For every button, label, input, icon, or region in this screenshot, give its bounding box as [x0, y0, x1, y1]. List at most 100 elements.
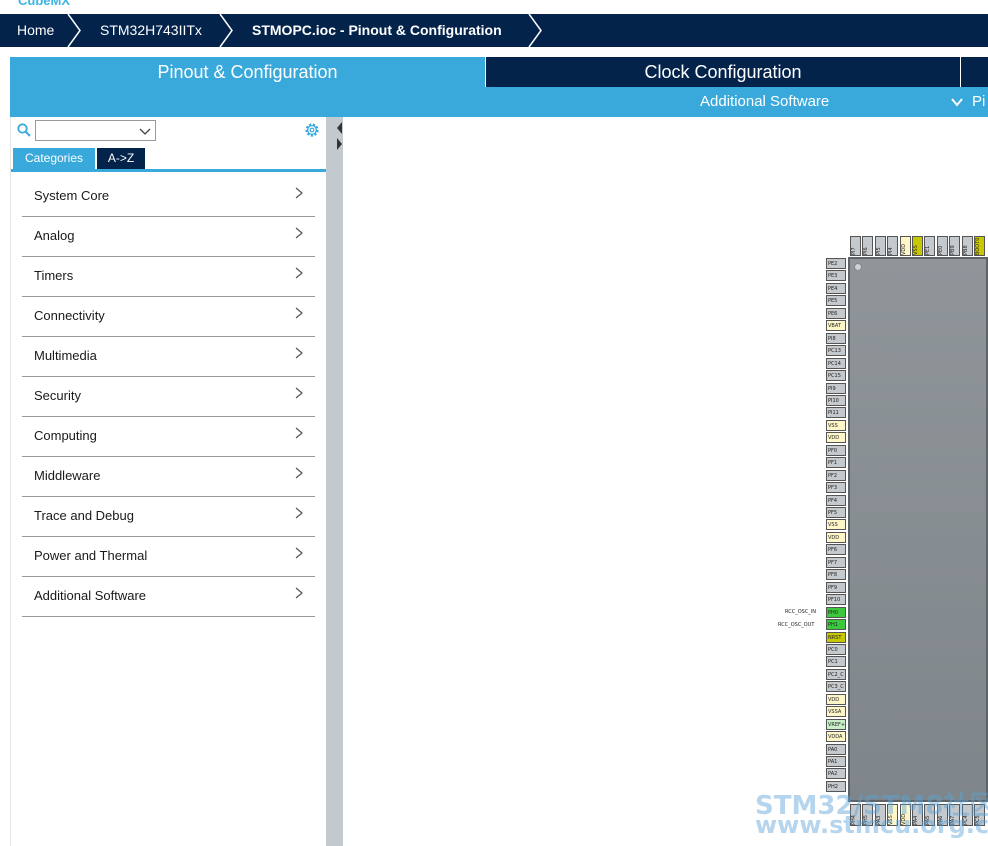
tab-a-z[interactable]: A->Z [97, 148, 145, 169]
chevron-right-icon [295, 587, 303, 599]
pin-pc15[interactable]: PC15 [826, 370, 846, 382]
category-label: Timers [34, 268, 74, 283]
pin-pe5[interactable]: PE5 [826, 295, 846, 307]
pin-pa2[interactable]: PA2 [826, 768, 846, 780]
pinout-canvas[interactable]: PE2 PE3 PE4 PE5 PE6 VBAT PI8 PC13 PC14 PC15 PI9 PI1… [343, 117, 988, 846]
chevron-right-icon [295, 507, 303, 519]
chevron-right-icon [295, 267, 303, 279]
category-additional-software[interactable]: Additional Software [22, 577, 315, 617]
category-label: Security [34, 388, 81, 403]
pin-pb9[interactable]: PB9 [949, 236, 961, 256]
tab-clock-configuration[interactable]: Clock Configuration [486, 57, 960, 87]
category-security[interactable]: Security [22, 377, 315, 417]
pin-pi9[interactable]: PI9 [826, 382, 846, 394]
pin-pa1[interactable]: PA1 [826, 756, 846, 767]
pin-pi5[interactable]: PI5 [874, 236, 886, 256]
category-middleware[interactable]: Middleware [22, 457, 315, 497]
pin-boot0[interactable]: BOOT0 [974, 236, 985, 256]
tab-overflow[interactable] [961, 57, 988, 87]
category-label: Analog [34, 228, 75, 243]
pin-pf2[interactable]: PF2 [826, 469, 846, 481]
pin-pf0[interactable]: PF0 [826, 444, 846, 456]
pin-pc1[interactable]: PC1 [826, 656, 846, 668]
category-system-core[interactable]: System Core [22, 177, 315, 217]
category-power-and-thermal[interactable]: Power and Thermal [22, 537, 315, 577]
category-trace-and-debug[interactable]: Trace and Debug [22, 497, 315, 537]
pin-vdda[interactable]: VDDA [826, 731, 846, 743]
pinout-menu[interactable]: Pi [972, 87, 985, 117]
collapse-panel-icon[interactable] [336, 121, 343, 151]
category-analog[interactable]: Analog [22, 217, 315, 257]
pin-pe1[interactable]: PE1 [924, 236, 936, 256]
pin-pi6[interactable]: PI6 [862, 236, 874, 256]
pin-vref+[interactable]: VREF+ [826, 718, 846, 730]
pin-pf1[interactable]: PF1 [826, 457, 846, 469]
watermark-line2: www.stmcu.org.cn [755, 811, 988, 839]
pin-pc13[interactable]: PC13 [826, 345, 846, 357]
gear-icon[interactable] [303, 121, 321, 139]
pin-vdd[interactable]: VDD [826, 531, 846, 543]
chevron-right-icon [295, 307, 303, 319]
pin-pi4[interactable]: PI4 [887, 236, 899, 256]
pin-pe0[interactable]: PE0 [936, 236, 948, 256]
search-select[interactable] [35, 120, 156, 141]
tab-categories[interactable]: Categories [13, 148, 95, 169]
breadcrumb-home[interactable]: Home [17, 14, 54, 47]
top-strip: CubeMX [0, 0, 988, 14]
main-tabs: Pinout & Configuration Clock Configurati… [10, 57, 988, 87]
pin-pf6[interactable]: PF6 [826, 544, 846, 556]
tab-pinout-configuration[interactable]: Pinout & Configuration [10, 57, 485, 87]
category-connectivity[interactable]: Connectivity [22, 297, 315, 337]
pin-nrst[interactable]: NRST [826, 631, 846, 643]
pin-ph0[interactable]: PH0 [826, 606, 846, 618]
pin-pi8[interactable]: PI8 [826, 332, 846, 344]
pin-pe3[interactable]: PE3 [826, 270, 846, 282]
pin-pc14[interactable]: PC14 [826, 357, 846, 369]
pin-pi10[interactable]: PI10 [826, 394, 846, 406]
pin-pf5[interactable]: PF5 [826, 507, 846, 518]
pin-vbat[interactable]: VBAT [826, 320, 846, 332]
pin-pi11[interactable]: PI11 [826, 407, 846, 419]
breadcrumb-project[interactable]: STMOPC.ioc - Pinout & Configuration [252, 14, 502, 47]
pin-pf10[interactable]: PF10 [826, 594, 846, 606]
additional-software-menu[interactable]: Additional Software [700, 87, 829, 117]
pin1-marker [854, 263, 862, 271]
pin-vdd[interactable]: VDD [899, 236, 911, 256]
pin-pf8[interactable]: PF8 [826, 569, 846, 581]
pin-vdd[interactable]: VDD [826, 432, 846, 444]
breadcrumb-chevron-icon [219, 14, 233, 47]
chevron-down-icon[interactable] [950, 95, 964, 109]
pin-pa0[interactable]: PA0 [826, 743, 846, 755]
sub-toolbar: Additional Software Pi [10, 87, 988, 117]
pin-vdd[interactable]: VDD [826, 693, 846, 705]
mcu-chip-body[interactable] [848, 257, 988, 802]
category-computing[interactable]: Computing [22, 417, 315, 457]
pin-pe2[interactable]: PE2 [826, 258, 846, 269]
pin-pi7[interactable]: PI7 [850, 236, 861, 256]
pin-pc3_c[interactable]: PC3_C [826, 681, 846, 693]
pin-pf7[interactable]: PF7 [826, 556, 846, 568]
category-label: Additional Software [34, 588, 147, 603]
chevron-right-icon [295, 387, 303, 399]
category-multimedia[interactable]: Multimedia [22, 337, 315, 377]
pin-vssa[interactable]: VSSA [826, 706, 846, 718]
pin-pe6[interactable]: PE6 [826, 307, 846, 319]
pin-pe4[interactable]: PE4 [826, 282, 846, 294]
breadcrumb-device[interactable]: STM32H743IITx [100, 14, 202, 47]
pin-vss[interactable]: VSS [826, 419, 846, 431]
search-icon [17, 123, 31, 137]
chevron-right-icon [295, 467, 303, 479]
category-label: Power and Thermal [34, 548, 148, 563]
pin-vss[interactable]: VSS [912, 236, 923, 256]
pin-pf3[interactable]: PF3 [826, 482, 846, 494]
panel-splitter[interactable] [326, 117, 343, 846]
pin-pf4[interactable]: PF4 [826, 494, 846, 506]
pin-pf9[interactable]: PF9 [826, 581, 846, 593]
pin-pc0[interactable]: PC0 [826, 643, 846, 655]
pin-pc2_c[interactable]: PC2_C [826, 668, 846, 680]
pin-pb8[interactable]: PB8 [961, 236, 973, 256]
category-timers[interactable]: Timers [22, 257, 315, 297]
pin-ph1[interactable]: PH1 [826, 619, 846, 631]
pin-vss[interactable]: VSS [826, 519, 846, 531]
category-label: Multimedia [34, 348, 97, 363]
